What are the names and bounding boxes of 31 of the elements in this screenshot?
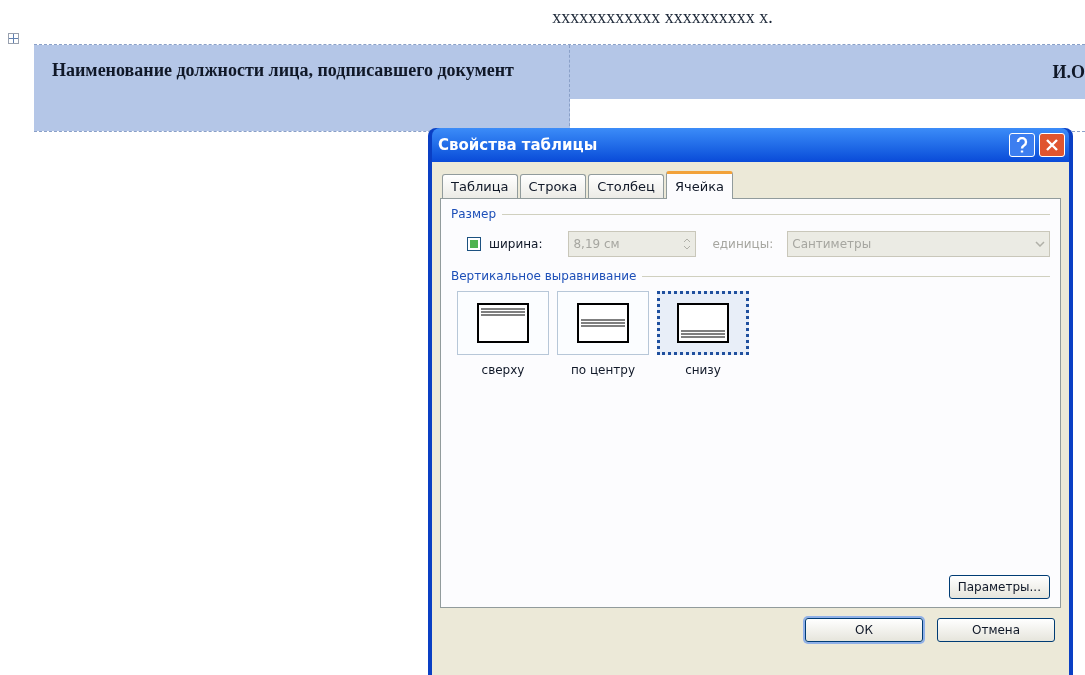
alignment-label: по центру <box>570 362 636 379</box>
alignment-icon <box>577 303 629 343</box>
table-cell: Наименование должности лица, подписавшего документ <box>34 45 570 131</box>
alignment-option[interactable] <box>657 291 749 355</box>
document-heading: xxxxxxxxxxxx xxxxxxxxxx x. <box>552 6 773 29</box>
dialog-button[interactable]: ОК <box>805 618 923 642</box>
alignment-label: сверху <box>481 362 525 379</box>
width-label: ширина: <box>489 236 543 253</box>
window-title: Свойства таблицы <box>437 134 598 156</box>
tab[interactable]: Строка <box>519 174 587 198</box>
help-icon <box>1016 137 1028 153</box>
close-button[interactable] <box>1039 133 1065 157</box>
alignment-icon <box>677 303 729 343</box>
tab[interactable]: Таблица <box>442 174 518 198</box>
dialog-button[interactable]: Отмена <box>937 618 1055 642</box>
help-button[interactable] <box>1009 133 1035 157</box>
close-icon <box>1046 139 1058 151</box>
chevron-down-icon <box>1035 241 1045 247</box>
width-checkbox[interactable] <box>467 237 481 251</box>
table-move-handle[interactable] <box>8 33 19 44</box>
alignment-icon <box>477 303 529 343</box>
group-title: Вертикальное выравнивание <box>451 268 637 285</box>
units-label: единицы: <box>712 236 774 253</box>
alignment-label: снизу <box>685 362 721 379</box>
tab[interactable]: Ячейка <box>665 171 733 199</box>
spinner-icon <box>683 237 692 251</box>
group-title: Размер <box>451 206 497 223</box>
table-cell: И.О <box>570 45 1085 99</box>
options-button[interactable]: Параметры... <box>948 575 1050 599</box>
tab[interactable]: Столбец <box>588 174 664 198</box>
move-icon <box>9 34 18 43</box>
